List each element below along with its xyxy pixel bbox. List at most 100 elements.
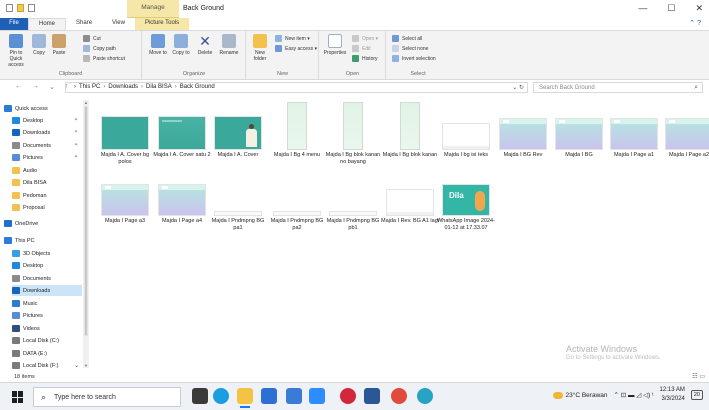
rename-button[interactable]: Rename xyxy=(218,34,240,56)
sidebar-item-local-disk-c[interactable]: Local Disk (C:) xyxy=(12,335,59,346)
file-item[interactable]: Majda I Bg 4 menu xyxy=(268,100,326,159)
pin-to-quick-access-button[interactable]: Pin to Quick access xyxy=(4,34,28,68)
file-item[interactable]: Majda I Page a4 xyxy=(153,166,211,225)
invert-selection-button[interactable]: Invert selection xyxy=(392,54,436,63)
new-item-button[interactable]: New item ▾ xyxy=(275,34,310,43)
store-icon[interactable] xyxy=(286,388,302,404)
paste-button[interactable]: Paste xyxy=(50,34,68,56)
file-item[interactable]: Majda I BG xyxy=(550,100,608,159)
word-icon[interactable] xyxy=(364,388,380,404)
address-bar[interactable]: › This PC › Downloads › Dila BISA › Back… xyxy=(65,82,528,93)
delete-button[interactable]: ✕ Delete xyxy=(194,34,216,56)
move-to-button[interactable]: Move to xyxy=(147,34,169,56)
breadcrumb-this-pc[interactable]: This PC xyxy=(79,84,100,90)
ribbon-help-icons[interactable]: ⌃ ? xyxy=(689,19,701,27)
sidebar-item-proposal[interactable]: Proposal xyxy=(12,202,45,213)
sidebar-item-quick-access[interactable]: Quick access xyxy=(4,103,48,114)
tab-file[interactable]: File xyxy=(0,18,28,30)
close-button[interactable]: ✕ xyxy=(695,3,703,14)
clock[interactable]: 12:13 AM 3/3/2024 xyxy=(660,386,685,404)
forward-button[interactable]: → xyxy=(32,83,39,91)
sidebar-item-3d-objects[interactable]: 3D Objects xyxy=(12,248,50,259)
scroll-up-arrow[interactable]: ▲ xyxy=(83,100,89,105)
file-item[interactable]: Majda I Pndmpng BG pa2 xyxy=(268,166,326,231)
weather-widget[interactable]: 23°C Berawan xyxy=(552,391,608,399)
file-item[interactable]: Majda I Page a2 xyxy=(660,100,709,159)
sidebar-item-downloads[interactable]: Downloads xyxy=(12,285,82,296)
sidebar-item-desktop[interactable]: Desktop xyxy=(12,115,43,126)
edge-icon[interactable] xyxy=(213,388,229,404)
open-button[interactable]: Open ▾ xyxy=(352,34,378,43)
mail-icon[interactable] xyxy=(261,388,277,404)
sidebar-item-downloads[interactable]: Downloads xyxy=(12,127,50,138)
sidebar-item-documents[interactable]: Documents xyxy=(12,273,51,284)
properties-button[interactable]: Properties xyxy=(322,34,348,56)
file-item[interactable]: Majda I Pndmpng BG pb1 xyxy=(324,166,382,231)
easy-access-button[interactable]: Easy access ▾ xyxy=(275,44,317,53)
file-item[interactable]: Majda I BG Rev xyxy=(494,100,552,159)
back-button[interactable]: ← xyxy=(15,83,22,91)
cut-button[interactable]: Cut xyxy=(83,34,101,43)
file-item[interactable]: Majda I A. Cover bg polos xyxy=(96,100,154,165)
zoom-icon[interactable] xyxy=(309,388,325,404)
address-refresh-controls[interactable]: ⌄ ↻ xyxy=(512,84,524,91)
manage-tab[interactable]: Manage xyxy=(127,0,179,18)
copy-button[interactable]: Copy xyxy=(30,34,48,56)
file-item[interactable]: Majda I A. Cover satu 2 xyxy=(153,100,211,159)
sidebar-item-this-pc[interactable]: This PC xyxy=(4,235,35,246)
file-item[interactable]: Majda I A. Cover xyxy=(209,100,267,159)
sidebar-item-pictures[interactable]: Pictures xyxy=(12,310,43,321)
scroll-down-arrow[interactable]: ▼ xyxy=(83,363,89,368)
sidebar-item-local-disk-f[interactable]: Local Disk (F:) xyxy=(12,360,58,371)
search-box[interactable]: Search Back Ground ⌕ xyxy=(533,82,703,93)
scrollbar-thumb[interactable] xyxy=(84,106,88,336)
file-item[interactable]: Majda I Bg blok kanan no bayang xyxy=(324,100,382,165)
new-folder-icon[interactable] xyxy=(17,4,24,12)
copy-path-button[interactable]: Copy path xyxy=(83,44,116,53)
view-toggle-icons[interactable]: ☷ ▭ xyxy=(692,373,705,380)
breadcrumb-dila-bisa[interactable]: Dila BISA xyxy=(146,84,172,90)
file-item[interactable]: Majda I Page a1 xyxy=(605,100,663,159)
edit-button[interactable]: Edit xyxy=(352,44,371,53)
file-item[interactable]: Majda I Rev. BG A1 lagi xyxy=(381,166,439,225)
file-item[interactable]: Majda I Page a3 xyxy=(96,166,154,225)
breadcrumb-back-ground[interactable]: Back Ground xyxy=(180,84,215,90)
opera-icon[interactable] xyxy=(340,388,356,404)
sidebar-item-desktop[interactable]: Desktop xyxy=(12,260,43,271)
sidebar-item-data-e[interactable]: DATA (E:) xyxy=(12,348,47,359)
minimize-button[interactable]: — xyxy=(638,3,647,14)
file-item[interactable]: Majda I Pndmpng BG pa1 xyxy=(209,166,267,231)
history-button[interactable]: History xyxy=(352,54,378,63)
task-view-icon[interactable] xyxy=(192,388,208,404)
file-item[interactable]: Majda I bg isi teks xyxy=(437,100,495,159)
new-folder-button[interactable]: New folder xyxy=(249,34,271,62)
sidebar-item-onedrive[interactable]: OneDrive xyxy=(4,218,38,229)
notification-count[interactable]: 20 xyxy=(690,390,703,400)
sidebar-item-documents[interactable]: Documents xyxy=(12,140,51,151)
taskbar-search[interactable]: ⌕ Type here to search xyxy=(33,387,181,407)
windows-start-icon[interactable] xyxy=(12,391,24,403)
sidebar-item-music[interactable]: Music xyxy=(12,298,37,309)
sidebar-item-videos[interactable]: Videos xyxy=(12,323,40,334)
sidebar-item-pictures[interactable]: Pictures xyxy=(12,152,43,163)
select-all-button[interactable]: Select all xyxy=(392,34,422,43)
properties-icon[interactable] xyxy=(6,4,13,12)
select-none-button[interactable]: Select none xyxy=(392,44,428,53)
tab-home[interactable]: Home xyxy=(28,18,67,30)
paste-shortcut-button[interactable]: Paste shortcut xyxy=(83,54,125,63)
sidebar-item-dila-bisa[interactable]: Dila BISA xyxy=(12,177,47,188)
qat-dropdown-icon[interactable] xyxy=(28,4,35,12)
sidebar-item-pedoman[interactable]: Pedoman xyxy=(12,190,47,201)
file-explorer-icon[interactable] xyxy=(237,388,253,408)
recent-locations-button[interactable]: ⌄ xyxy=(49,83,55,91)
tray-icons[interactable]: ⌃ ⊡ ▬ ◿ ◁) ᵗ xyxy=(614,391,654,399)
breadcrumb-downloads[interactable]: Downloads xyxy=(108,84,138,90)
tab-view[interactable]: View xyxy=(102,18,135,30)
maximize-button[interactable]: ☐ xyxy=(667,3,675,14)
sidebar-item-audio[interactable]: Audio xyxy=(12,165,37,176)
globe-icon[interactable] xyxy=(417,388,433,404)
file-item[interactable]: Majda I Bg blok kanan xyxy=(381,100,439,159)
tab-share[interactable]: Share xyxy=(66,18,102,30)
nav-scrollbar[interactable]: ▲ ▼ xyxy=(83,100,89,368)
chrome-icon[interactable] xyxy=(391,388,407,404)
